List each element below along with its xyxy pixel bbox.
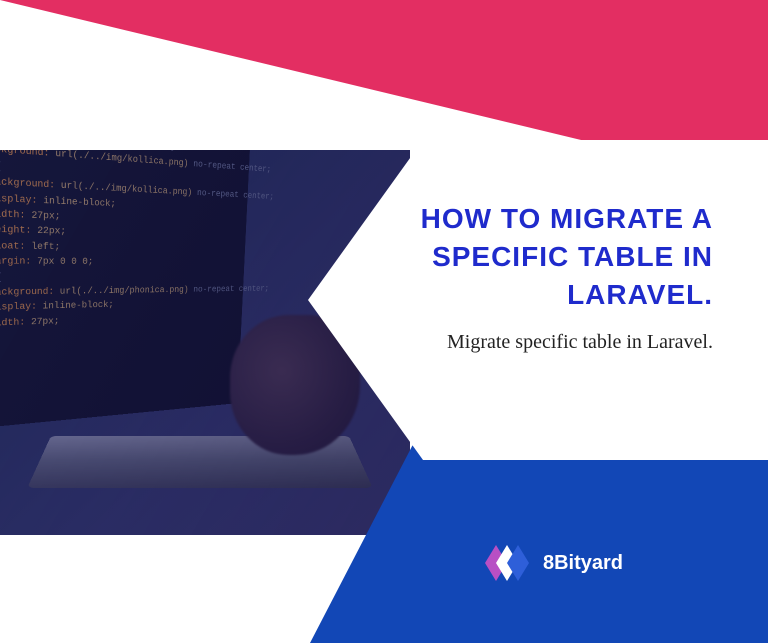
- graphic-card: display: inline-block; 'montserrat' back…: [0, 0, 768, 643]
- brand-name: 8Bityard: [543, 552, 623, 575]
- logo-icon: [485, 545, 529, 581]
- main-title: HOW TO MIGRATE A SPECIFIC TABLE IN LARAV…: [338, 200, 713, 313]
- subtitle-text: Migrate specific table in Laravel.: [338, 331, 713, 354]
- brand-logo: 8Bityard: [485, 545, 623, 581]
